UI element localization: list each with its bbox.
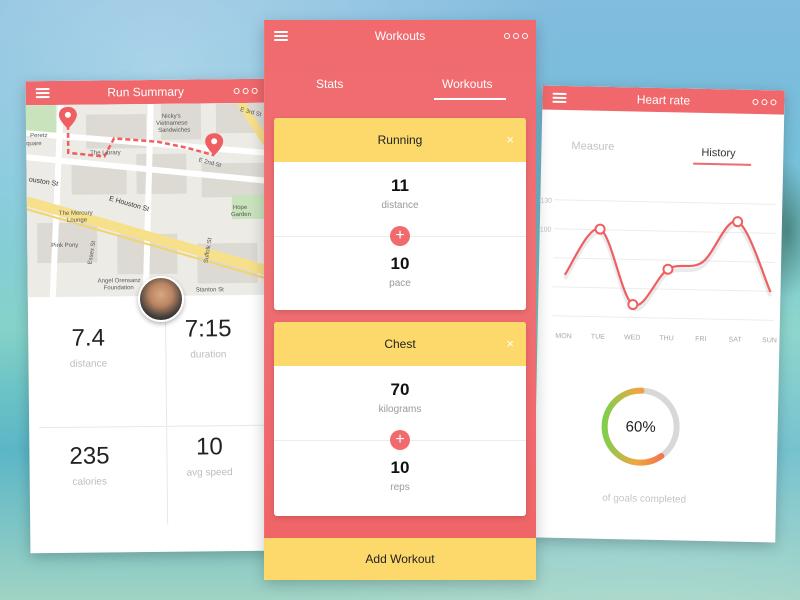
card-title: Running: [377, 133, 423, 147]
panel-title: Heart rate: [636, 92, 691, 108]
metric-pace: 10 pace: [274, 254, 526, 289]
stat-value: 7.4: [71, 323, 106, 352]
x-tick-label: TUE: [591, 334, 605, 341]
heart-rate-chart: 130 100 MON TUE WED THU FRI SAT SUN: [540, 197, 777, 344]
map-label-library: The Library: [90, 150, 120, 156]
map-label-angel: Angel Orensanz: [98, 278, 141, 284]
heart-rate-panel: Heart rate Measure History 130 100 MON TUE W…: [533, 85, 785, 543]
avatar[interactable]: [138, 276, 184, 322]
metric-unit: distance: [381, 200, 419, 211]
card-header: Running ×: [274, 118, 526, 162]
workouts-topbar: Workouts: [264, 20, 536, 52]
map-label-peretz: Peretz: [30, 133, 47, 139]
metric-distance: 11 distance: [274, 176, 526, 211]
x-tick-label: WED: [624, 334, 640, 341]
y-tick-label: 100: [540, 226, 552, 233]
metric-unit: reps: [390, 482, 410, 493]
goal-caption: of goals completed: [602, 492, 687, 506]
map-label-sandwiches: Sandwiches: [158, 128, 190, 134]
panel-title: Run Summary: [107, 84, 185, 100]
tab-workouts-underline: [434, 98, 506, 100]
panel-title: Workouts: [374, 29, 426, 43]
map-label-mercury-lounge: Lounge: [67, 218, 88, 224]
tab-history[interactable]: History: [701, 147, 735, 160]
metric-value: 11: [391, 176, 409, 195]
metric-value: 10: [390, 254, 410, 273]
metric-reps: 10 reps: [274, 458, 526, 493]
data-point-marker[interactable]: [627, 299, 639, 311]
menu-icon[interactable]: [274, 31, 288, 41]
data-point-marker[interactable]: [732, 216, 744, 228]
add-icon[interactable]: +: [390, 226, 410, 246]
x-tick-label: THU: [659, 335, 674, 342]
metric-value: 70: [390, 380, 410, 399]
stat-distance: 7.4 distance: [28, 296, 149, 397]
metric-unit: kilograms: [378, 404, 422, 415]
map-label-nickys: Nicky's: [162, 114, 181, 120]
map-label-mercury: The Mercury: [59, 211, 93, 217]
workout-card-running: Running × 11 distance + 10 pace: [274, 118, 526, 310]
card-header: Chest ×: [274, 322, 526, 366]
more-options-icon[interactable]: [233, 87, 258, 95]
goal-progress-donut: 60%: [597, 383, 685, 471]
x-tick-label: MON: [555, 333, 571, 340]
map-label-quare: quare: [26, 141, 42, 147]
stat-value: 235: [69, 441, 110, 470]
map-label-vietnamese: Vietnamese: [156, 121, 188, 127]
metric-value: 10: [390, 458, 410, 477]
heart-rate-topbar: Heart rate: [542, 85, 785, 115]
stat-label: distance: [69, 357, 108, 370]
data-point-marker[interactable]: [662, 263, 674, 275]
stat-label: avg speed: [186, 466, 233, 479]
map-label-garden: Garden: [231, 212, 251, 218]
map-label-hope: Hope: [233, 205, 248, 211]
data-point-marker[interactable]: [594, 223, 606, 235]
run-stats-grid: 7.4 distance 7:15 duration 235 calories …: [28, 295, 271, 553]
workouts-panel: Workouts Stats Workouts Running × 11 dis…: [264, 20, 536, 580]
metric-kilograms: 70 kilograms: [274, 380, 526, 415]
tab-stats[interactable]: Stats: [316, 77, 343, 91]
map-label-foundation: Foundation: [104, 285, 134, 291]
stat-value: 7:15: [184, 314, 232, 343]
close-icon[interactable]: ×: [506, 132, 514, 147]
chart-gridline: [553, 257, 776, 263]
workout-card-chest: Chest × 70 kilograms + 10 reps: [274, 322, 526, 516]
more-options-icon[interactable]: [504, 33, 528, 39]
run-summary-topbar: Run Summary: [25, 78, 266, 106]
tab-history-underline: [693, 162, 752, 166]
stat-label: duration: [190, 348, 227, 361]
goal-percent: 60%: [625, 417, 656, 436]
chart-gridline: [554, 199, 777, 205]
add-workout-button[interactable]: Add Workout: [264, 538, 536, 580]
add-icon[interactable]: +: [390, 430, 410, 450]
route-map[interactable]: Peretz quare The Library Nicky's Vietnam…: [25, 102, 268, 298]
x-tick-label: FRI: [695, 336, 706, 343]
chart-gridline: [551, 315, 774, 321]
tab-workouts[interactable]: Workouts: [442, 77, 492, 91]
workouts-tabs: Stats Workouts: [264, 74, 536, 104]
map-svg: Peretz quare The Library Nicky's Vietnam…: [25, 102, 268, 298]
x-tick-label: SUN: [762, 337, 777, 344]
close-icon[interactable]: ×: [506, 336, 514, 351]
stat-value: 10: [195, 432, 223, 461]
map-label-pink-pony: Pink Pony: [51, 243, 78, 249]
card-title: Chest: [384, 337, 416, 351]
menu-icon[interactable]: [35, 88, 50, 99]
heart-rate-tabs: Measure History: [541, 130, 784, 175]
menu-icon[interactable]: [552, 92, 567, 104]
tab-measure[interactable]: Measure: [571, 140, 614, 153]
metric-unit: pace: [389, 278, 411, 289]
more-options-icon[interactable]: [752, 98, 777, 106]
chart-gridline: [552, 286, 775, 292]
stat-calories: 235 calories: [29, 414, 150, 515]
y-tick-label: 130: [540, 197, 552, 204]
stat-label: calories: [72, 475, 108, 488]
x-tick-label: SAT: [729, 336, 743, 343]
